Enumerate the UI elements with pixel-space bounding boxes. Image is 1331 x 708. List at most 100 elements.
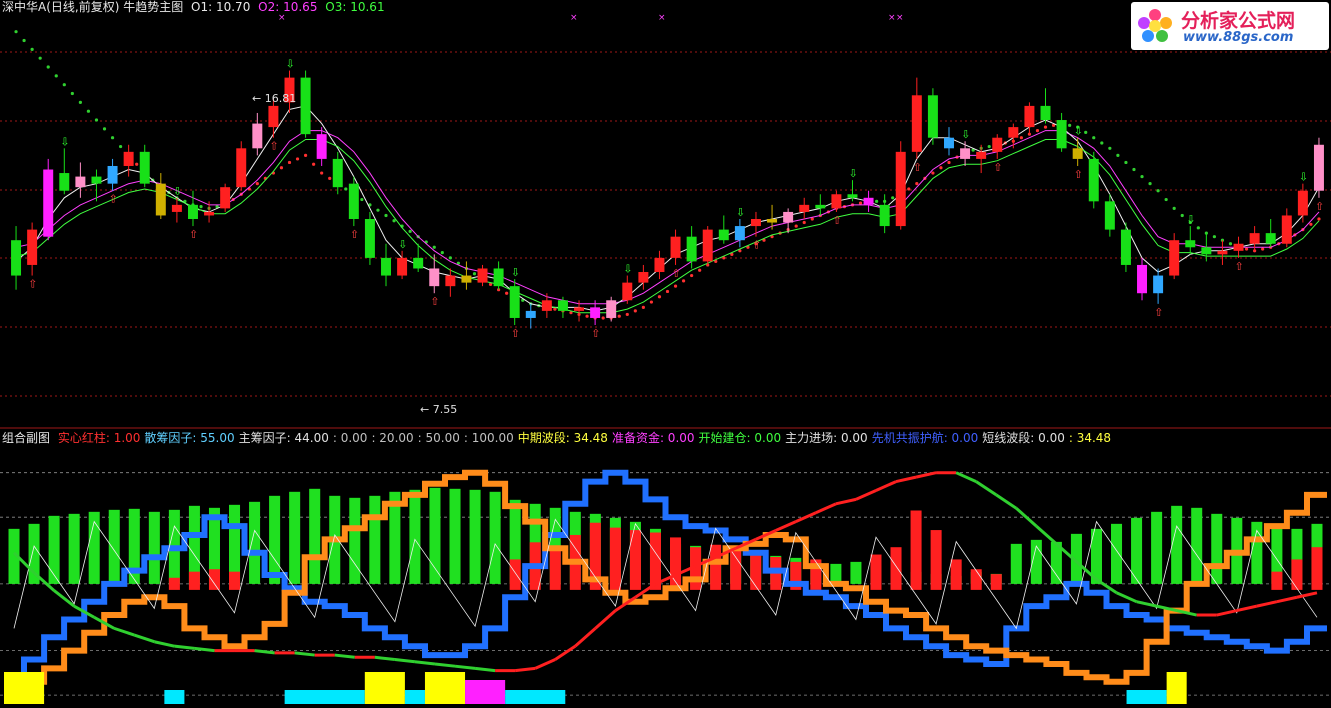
stop-dot bbox=[295, 157, 300, 161]
buy-arrow-icon: ⇧ bbox=[1074, 168, 1083, 181]
stop-dot bbox=[585, 314, 589, 318]
buy-arrow-icon: ⇧ bbox=[1315, 200, 1324, 213]
stop-dot bbox=[448, 256, 452, 260]
sub-chart-lines bbox=[4, 469, 1327, 694]
trend-curve-segment bbox=[775, 520, 797, 532]
trend-curve-segment bbox=[955, 471, 977, 483]
stop-dot bbox=[1132, 167, 1136, 172]
candle-body bbox=[960, 148, 971, 159]
candle-body bbox=[91, 176, 102, 184]
indicator-value: : 0.00 bbox=[332, 431, 368, 445]
trend-curve-segment bbox=[133, 633, 155, 644]
stop-dot bbox=[1196, 226, 1200, 230]
buy-arrow-icon: ⇧ bbox=[591, 327, 600, 340]
sell-arrow-icon: ⇩ bbox=[848, 167, 857, 180]
red-bar bbox=[208, 569, 220, 590]
green-bar bbox=[1211, 513, 1223, 584]
trend-curve-segment bbox=[594, 609, 617, 630]
stop-dot bbox=[657, 295, 662, 299]
buy-arrow-icon: ⇧ bbox=[269, 140, 278, 153]
buy-arrow-icon: ⇧ bbox=[993, 161, 1002, 174]
red-bar bbox=[609, 527, 621, 590]
red-bar bbox=[910, 510, 922, 590]
trend-curve-segment bbox=[294, 651, 315, 657]
candle-body bbox=[1313, 144, 1324, 191]
candle-body bbox=[1008, 127, 1019, 138]
stop-dot bbox=[1124, 160, 1128, 165]
stop-dot bbox=[1019, 136, 1023, 140]
green-bar bbox=[289, 491, 301, 584]
top-x-marker: × bbox=[278, 13, 286, 23]
candle-body bbox=[1088, 158, 1099, 202]
stop-dot bbox=[1317, 217, 1321, 221]
candle-body bbox=[590, 307, 601, 318]
candle-body bbox=[734, 226, 745, 241]
trend-curve-segment bbox=[554, 644, 577, 661]
candle-body bbox=[525, 310, 536, 318]
stop-dot bbox=[376, 208, 380, 212]
indicator-value: 主力进场: 0.00 bbox=[785, 431, 868, 445]
trend-curve-segment bbox=[174, 644, 195, 650]
bottom-block bbox=[404, 690, 425, 704]
green-bar bbox=[1191, 507, 1203, 584]
stop-dot bbox=[255, 182, 259, 186]
bottom-block bbox=[1126, 690, 1167, 704]
indicator-value: 准备资金: 0.00 bbox=[611, 431, 695, 445]
buy-arrow-icon: ⇧ bbox=[913, 161, 922, 174]
stop-dot bbox=[135, 162, 139, 166]
trend-curve-segment bbox=[835, 497, 857, 506]
bottom-block bbox=[164, 690, 185, 704]
candle-body bbox=[1297, 190, 1308, 216]
o1-value: O1: 10.70 bbox=[191, 0, 251, 14]
candle-body bbox=[139, 151, 150, 184]
stop-dot bbox=[1043, 125, 1048, 129]
main-chart-gridlines bbox=[0, 51, 1331, 397]
stop-dot bbox=[939, 166, 943, 170]
candle-body bbox=[123, 151, 134, 166]
trend-curve-segment bbox=[154, 640, 175, 648]
trend-curve-segment bbox=[574, 627, 597, 648]
sell-arrow-icon: ⇩ bbox=[60, 135, 69, 148]
candle-body bbox=[831, 194, 842, 209]
indicator-value: 短线波段: 0.00 bbox=[982, 431, 1065, 445]
candle-body bbox=[397, 257, 408, 276]
sell-arrow-icon: ⇩ bbox=[1299, 171, 1308, 184]
green-bar bbox=[249, 501, 261, 584]
site-logo: 分析家公式网 www.88gs.com bbox=[1131, 2, 1329, 50]
sub-chart-header: 组合副图 实心红柱: 1.00 散筹因子: 55.00 主筹因子: 44.00: 0… bbox=[2, 431, 1115, 445]
stop-dot bbox=[987, 144, 991, 149]
candle-body bbox=[750, 219, 761, 227]
trend-curve-segment bbox=[815, 502, 837, 515]
candle-body bbox=[381, 257, 391, 276]
stop-dot bbox=[312, 162, 316, 166]
red-bar bbox=[870, 554, 882, 590]
trend-curve-segment bbox=[855, 489, 877, 501]
candle-body bbox=[509, 286, 520, 318]
stop-dot bbox=[344, 187, 348, 191]
high-price-label: ← 16.81 bbox=[252, 92, 297, 105]
candle-body bbox=[59, 173, 70, 191]
stop-dot bbox=[1068, 123, 1072, 127]
trend-curve-segment bbox=[1256, 600, 1278, 608]
red-bar bbox=[710, 544, 722, 590]
sell-arrow-icon: ⇩ bbox=[398, 238, 407, 251]
stop-dot bbox=[14, 30, 18, 34]
trend-curve-segment bbox=[474, 666, 496, 673]
buy-arrow-icon: ⇧ bbox=[511, 327, 520, 340]
stop-dot bbox=[690, 273, 694, 278]
candle-body bbox=[638, 272, 649, 283]
green-bar bbox=[830, 563, 842, 584]
candle-body bbox=[493, 268, 504, 287]
red-bar bbox=[930, 530, 942, 590]
stop-dot bbox=[1035, 129, 1040, 133]
sub-chart-bottom-blocks bbox=[4, 672, 1187, 704]
trend-curve-segment bbox=[1216, 609, 1238, 617]
stop-dot bbox=[62, 83, 66, 87]
stop-dot bbox=[681, 279, 686, 283]
indicator-value: 先机共振护航: 0.00 bbox=[871, 431, 979, 445]
candle-body bbox=[815, 204, 826, 209]
red-bar bbox=[1271, 571, 1283, 590]
candle-body bbox=[1104, 201, 1115, 230]
indicator-value: : 20.00 bbox=[371, 431, 414, 445]
green-bar bbox=[1171, 505, 1183, 584]
